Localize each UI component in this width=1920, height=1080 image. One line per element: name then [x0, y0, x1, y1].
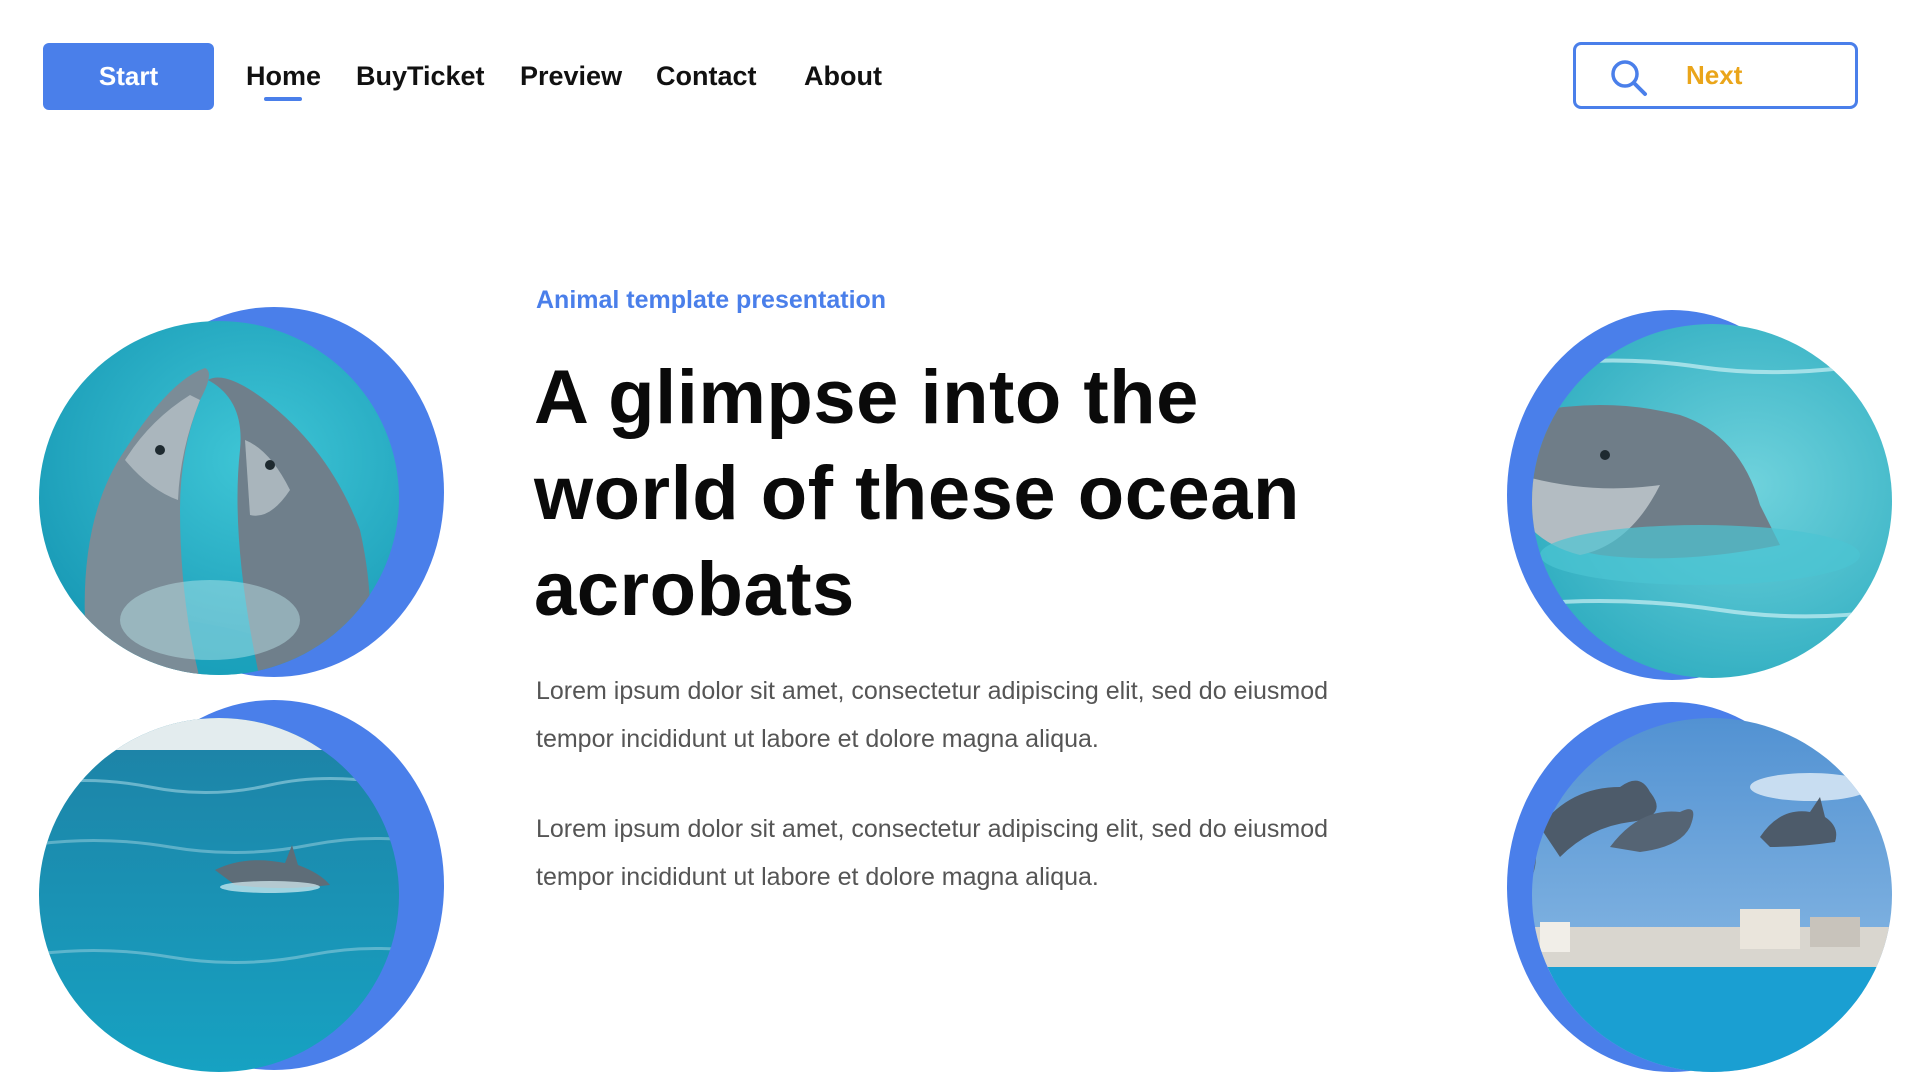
headline-line: A glimpse into the	[534, 355, 1199, 440]
next-label: Next	[1686, 60, 1743, 90]
photo-dolphins-jumping	[1480, 697, 1920, 1080]
photo-dolphin-open-sea	[30, 695, 480, 1080]
eyebrow-subtitle: Animal template presentation	[536, 286, 887, 314]
nav-contact[interactable]: Contact	[656, 58, 757, 94]
photo-dolphin-head	[1480, 305, 1920, 705]
nav-buyticket[interactable]: BuyTicket	[356, 58, 485, 94]
slide-page: Start Home BuyTicket Preview Contact Abo…	[0, 0, 1920, 1080]
hero-headline: A glimpse into the world of these ocean …	[534, 350, 1394, 638]
nav-home[interactable]: Home	[246, 58, 321, 94]
headline-line: world of these ocean	[534, 451, 1300, 536]
nav-preview[interactable]: Preview	[520, 58, 622, 94]
search-icon	[1611, 60, 1647, 96]
headline-line: acrobats	[534, 547, 855, 632]
start-button[interactable]: Start	[43, 43, 214, 110]
nav-active-indicator	[264, 97, 302, 101]
next-button[interactable]: Next	[1573, 42, 1858, 109]
body-paragraph-1: Lorem ipsum dolor sit amet, consectetur …	[536, 677, 1329, 753]
nav-about[interactable]: About	[804, 58, 882, 94]
photo-dolphins-pair	[30, 300, 480, 700]
body-paragraph-2: Lorem ipsum dolor sit amet, consectetur …	[536, 815, 1329, 891]
